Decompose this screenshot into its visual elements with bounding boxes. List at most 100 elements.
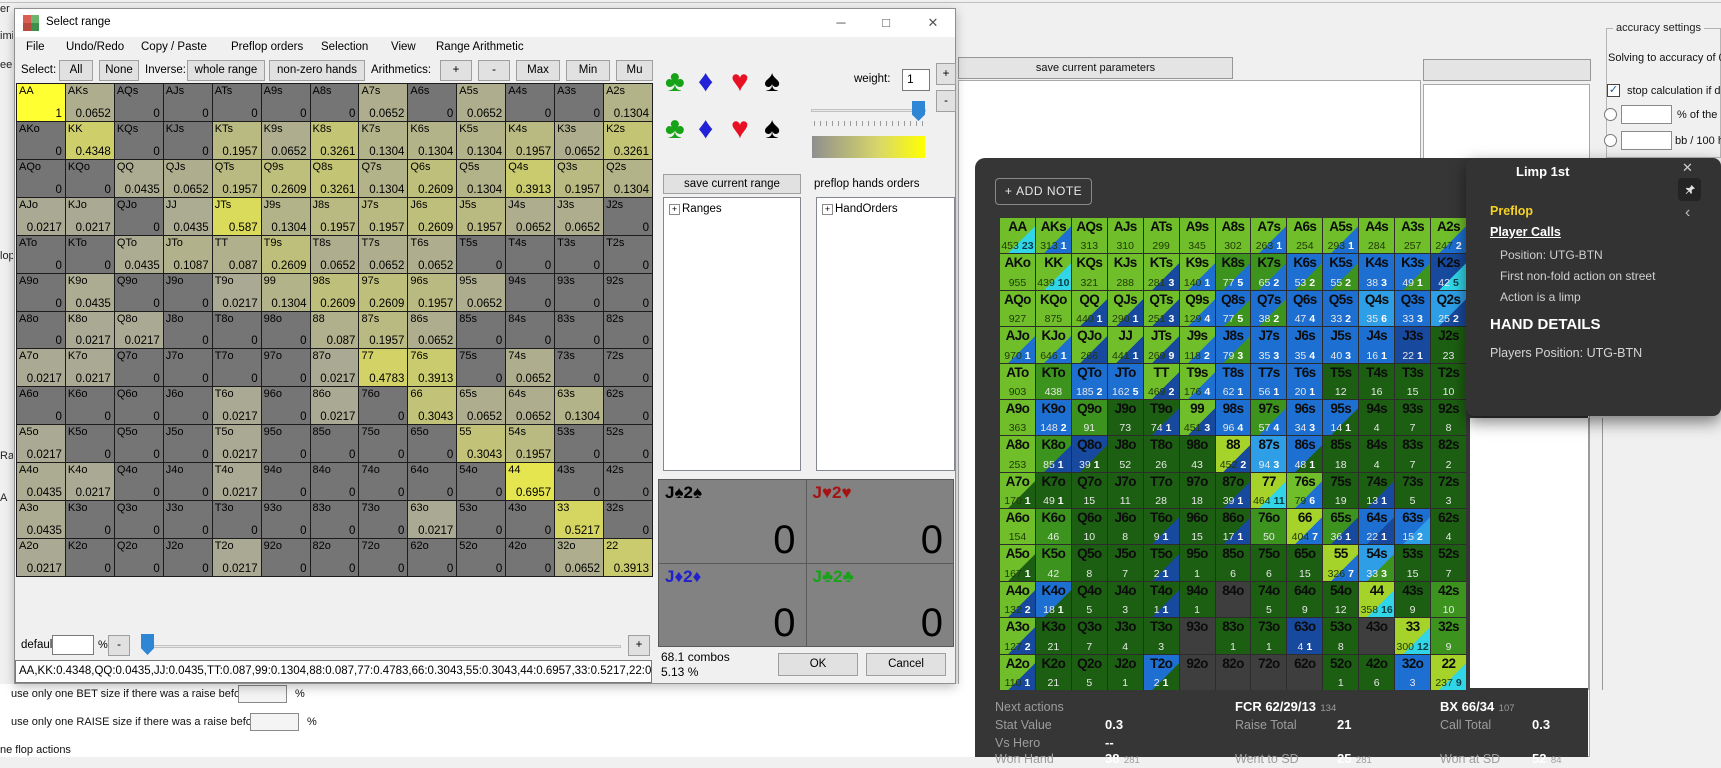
stat-cell-54o[interactable]: 54o 12	[1323, 581, 1359, 618]
range-cell-86s[interactable]: 86s 0.0652	[408, 311, 458, 350]
stat-cell-74o[interactable]: 74o 5	[1251, 581, 1287, 618]
combo-quadrant[interactable]: J♥2♥ 0	[806, 480, 953, 563]
stat-cell-A3o[interactable]: A3o 127 2	[1000, 618, 1035, 654]
range-cell-K6o[interactable]: K6o 0	[65, 387, 115, 426]
stat-cell-Q4s[interactable]: Q4s 35 6	[1359, 290, 1395, 327]
club-suit-icon[interactable]: ♣	[665, 67, 685, 97]
stat-cell-76s[interactable]: 76s 79 6	[1287, 472, 1323, 509]
range-cell-KJo[interactable]: KJo 0.0217	[65, 197, 115, 236]
range-cell-ATs[interactable]: ATs 0	[212, 84, 262, 122]
stat-cell-75s[interactable]: 75s 19	[1323, 472, 1359, 509]
stat-cell-J4s[interactable]: J4s 16 1	[1359, 327, 1395, 363]
range-cell-33[interactable]: 33 0.5217	[555, 501, 605, 540]
range-cell-KTs[interactable]: KTs 0.1957	[212, 121, 262, 160]
stat-cell-J3s[interactable]: J3s 22 1	[1395, 327, 1431, 363]
stat-cell-K5o[interactable]: K5o 42	[1035, 545, 1071, 581]
stat-cell-84s[interactable]: 84s 4	[1359, 436, 1395, 472]
stat-cell-62s[interactable]: 62s 4	[1431, 509, 1466, 545]
arith-mu-button[interactable]: Mu	[616, 60, 653, 81]
range-cell-72s[interactable]: 72s 0	[604, 349, 653, 388]
weight-input[interactable]: 1	[902, 69, 930, 91]
stat-cell-98o[interactable]: 98o 43	[1179, 436, 1215, 472]
stat-cell-54s[interactable]: 54s 33 3	[1359, 545, 1395, 581]
stat-cell-J2o[interactable]: J2o 1	[1107, 654, 1143, 690]
expand-icon[interactable]: +	[822, 203, 833, 215]
stat-cell-Q5s[interactable]: Q5s 33 2	[1323, 290, 1359, 327]
background-toolbar-button[interactable]	[1423, 59, 1591, 81]
stat-cell-Q7s[interactable]: Q7s 38 2	[1251, 290, 1287, 327]
range-cell-76o[interactable]: 76o 0	[359, 387, 409, 426]
stat-cell-A7s[interactable]: A7s 263 1	[1251, 218, 1287, 254]
dialog-titlebar[interactable]: Select range ─ □ ✕	[15, 9, 955, 37]
range-cell-43o[interactable]: 43o 0	[506, 501, 556, 540]
stat-cell-T8o[interactable]: T8o 26	[1143, 436, 1179, 472]
stat-cell-72o[interactable]: 72o	[1251, 654, 1287, 690]
stat-cell-94s[interactable]: 94s 4	[1359, 399, 1395, 436]
range-cell-Q7o[interactable]: Q7o 0	[114, 349, 164, 388]
menu-preflop-orders[interactable]: Preflop orders	[231, 41, 303, 53]
range-cell-JJ[interactable]: JJ 0.0435	[163, 197, 213, 236]
heart-suit-icon[interactable]: ♥	[731, 67, 749, 97]
stat-cell-J5o[interactable]: J5o 7	[1107, 545, 1143, 581]
stat-cell-AA[interactable]: AA 453 23	[1000, 218, 1035, 254]
stat-cell-K4s[interactable]: K4s 38 3	[1359, 254, 1395, 290]
stat-cell-J5s[interactable]: J5s 40 3	[1323, 327, 1359, 363]
menu-range-arithmetic[interactable]: Range Arithmetic	[436, 41, 524, 53]
range-cell-A9o[interactable]: A9o 0	[17, 273, 66, 312]
range-cell-J7s[interactable]: J7s 0.1957	[359, 197, 409, 236]
range-cell-J5s[interactable]: J5s 0.1957	[457, 197, 507, 236]
stat-cell-A4s[interactable]: A4s 284	[1359, 218, 1395, 254]
range-cell-Q6s[interactable]: Q6s 0.2609	[408, 159, 458, 198]
range-cell-85s[interactable]: 85s 0	[457, 311, 507, 350]
stat-cell-Q9s[interactable]: Q9s 129 4	[1179, 290, 1215, 327]
stat-cell-73s[interactable]: 73s 5	[1395, 472, 1431, 509]
stat-cell-52o[interactable]: 52o 1	[1323, 654, 1359, 690]
range-cell-66[interactable]: 66 0.3043	[408, 387, 458, 426]
stat-cell-42s[interactable]: 42s 10	[1431, 581, 1466, 618]
stat-cell-AQo[interactable]: AQo 927	[1000, 290, 1035, 327]
range-cell-55[interactable]: 55 0.3043	[457, 425, 507, 464]
range-cell-98o[interactable]: 98o 0	[261, 311, 311, 350]
add-note-button[interactable]: + ADD NOTE	[995, 178, 1092, 205]
range-cell-65s[interactable]: 65s 0.0652	[457, 387, 507, 426]
menu-selection[interactable]: Selection	[321, 41, 368, 53]
range-cell-A5s[interactable]: A5s 0.0652	[457, 84, 507, 122]
range-cell-Q8s[interactable]: Q8s 0.3261	[310, 159, 360, 198]
stat-cell-T9o[interactable]: T9o 74 1	[1143, 399, 1179, 436]
stat-cell-K5s[interactable]: K5s 55 2	[1323, 254, 1359, 290]
range-cell-J7o[interactable]: J7o 0	[163, 349, 213, 388]
maximize-button[interactable]: □	[869, 13, 903, 33]
range-cell-98s[interactable]: 98s 0.2609	[310, 273, 360, 312]
stat-cell-AKs[interactable]: AKs 313 1	[1035, 218, 1071, 254]
stat-cell-K8o[interactable]: K8o 85 1	[1035, 436, 1071, 472]
stat-cell-K2o[interactable]: K2o 21	[1035, 654, 1071, 690]
stat-cell-KJs[interactable]: KJs 288	[1107, 254, 1143, 290]
range-cell-QJs[interactable]: QJs 0.0652	[163, 159, 213, 198]
stat-cell-K3s[interactable]: K3s 49 1	[1395, 254, 1431, 290]
range-cell-T7o[interactable]: T7o 0	[212, 349, 262, 388]
stat-cell-KQs[interactable]: KQs 321	[1071, 254, 1107, 290]
menu-view[interactable]: View	[391, 41, 416, 53]
stat-cell-KTs[interactable]: KTs 281 3	[1143, 254, 1179, 290]
combo-quadrant[interactable]: J♦2♦ 0	[659, 563, 806, 646]
stat-cell-AJo[interactable]: AJo 970 1	[1000, 327, 1035, 363]
range-cell-K2o[interactable]: K2o 0	[65, 539, 115, 577]
range-cell-AJo[interactable]: AJo 0.0217	[17, 197, 66, 236]
stat-cell-52s[interactable]: 52s 7	[1431, 545, 1466, 581]
stat-cell-JTs[interactable]: JTs 269 9	[1143, 327, 1179, 363]
default-plus-button[interactable]: +	[628, 635, 650, 656]
stat-cell-75o[interactable]: 75o 6	[1251, 545, 1287, 581]
range-cell-J6s[interactable]: J6s 0.2609	[408, 197, 458, 236]
stat-cell-97o[interactable]: 97o 18	[1179, 472, 1215, 509]
range-cell-A9s[interactable]: A9s 0	[261, 84, 311, 122]
range-cell-93s[interactable]: 93s 0	[555, 273, 605, 312]
range-cell-J8s[interactable]: J8s 0.1957	[310, 197, 360, 236]
stat-cell-KK[interactable]: KK 439 10	[1035, 254, 1071, 290]
expand-icon[interactable]: +	[669, 203, 680, 215]
range-cell-J4s[interactable]: J4s 0.0652	[506, 197, 556, 236]
stat-cell-32s[interactable]: 32s 9	[1431, 618, 1466, 654]
stat-cell-J9s[interactable]: J9s 118 2	[1179, 327, 1215, 363]
arith-minus-button[interactable]: -	[478, 60, 510, 81]
range-cell-95s[interactable]: 95s 0.0652	[457, 273, 507, 312]
stat-cell-A5s[interactable]: A5s 293 1	[1323, 218, 1359, 254]
